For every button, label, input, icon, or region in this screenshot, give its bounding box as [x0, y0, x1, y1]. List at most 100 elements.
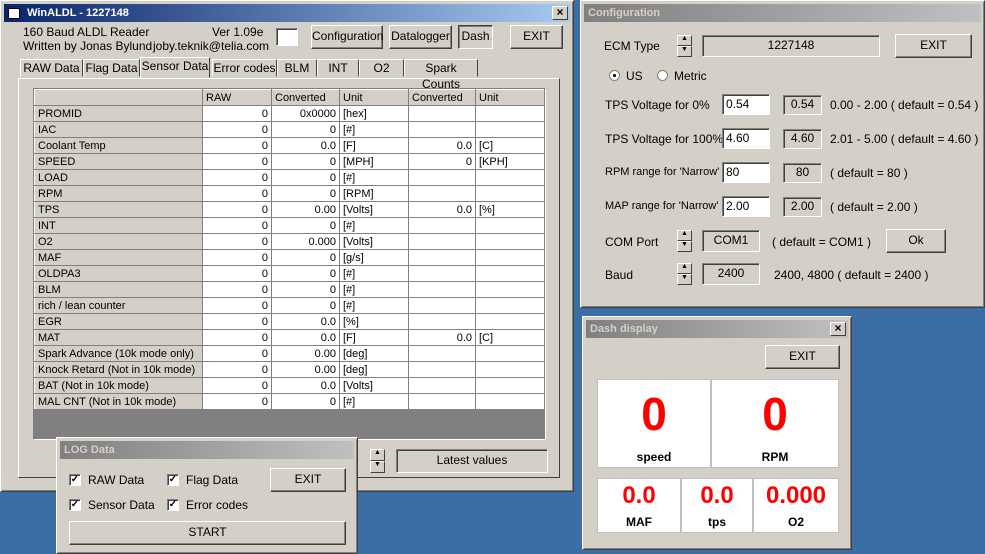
table-cell	[475, 377, 545, 394]
log-exit-button[interactable]: EXIT	[270, 468, 346, 492]
spin-up-icon[interactable]: ▲	[677, 35, 692, 46]
configuration-window: Configuration ECM Type ▲ ▼ 1227148 EXIT …	[580, 0, 985, 308]
spin-up-icon[interactable]: ▲	[370, 449, 385, 461]
main-exit-button[interactable]: EXIT	[510, 25, 563, 49]
spin-up-icon[interactable]: ▲	[677, 263, 692, 274]
table-row: Knock Retard (Not in 10k mode) 0 0.00 [deg]	[34, 361, 545, 378]
spin-down-icon[interactable]: ▼	[370, 461, 385, 473]
com-port-spinner[interactable]: ▲ ▼	[677, 230, 692, 252]
tab-int[interactable]: INT	[317, 59, 359, 77]
table-cell: 0	[271, 265, 340, 282]
tab-flag-data[interactable]: Flag Data	[83, 59, 140, 77]
tps0-current: 0.54	[783, 95, 822, 115]
tps0-input[interactable]: 0.54	[722, 94, 770, 115]
table-cell: 0	[202, 121, 272, 138]
dash-button[interactable]: Dash	[458, 25, 493, 49]
rpm-range-current: 80	[783, 163, 822, 183]
table-cell	[408, 313, 476, 330]
table-cell: 0.0	[271, 313, 340, 330]
row-label: IAC	[34, 121, 203, 138]
table-cell	[408, 169, 476, 186]
tps100-input[interactable]: 4.60	[722, 128, 770, 149]
tab-error-codes[interactable]: Error codes	[212, 59, 277, 77]
configuration-button[interactable]: Configuration	[311, 25, 383, 49]
tab-blm[interactable]: BLM	[277, 59, 317, 77]
raw-data-checkbox[interactable]: ✓	[69, 474, 81, 486]
config-exit-button[interactable]: EXIT	[895, 34, 972, 58]
maf-label: MAF	[626, 515, 652, 529]
tab-raw-data[interactable]: RAW Data	[20, 59, 83, 77]
tab-sensor-data[interactable]: Sensor Data	[140, 57, 210, 78]
latest-values-field[interactable]: Latest values	[396, 449, 548, 473]
ecm-type-spinner[interactable]: ▲ ▼	[677, 35, 692, 57]
table-cell: [Volts]	[339, 201, 409, 218]
table-row: TPS 0 0.00 [Volts] 0.0 [%]	[34, 201, 545, 218]
column-header: Converted	[408, 89, 476, 106]
com-ok-button[interactable]: Ok	[886, 229, 946, 253]
metric-radio[interactable]	[657, 70, 668, 81]
table-cell: 0	[202, 297, 272, 314]
rpm-range-hint: ( default = 80 )	[830, 166, 908, 180]
tab-panel: RAW Converted Unit Converted Unit PROMID…	[18, 78, 560, 478]
ecm-type-field: 1227148	[702, 35, 880, 57]
sensor-data-checkbox[interactable]: ✓	[69, 499, 81, 511]
table-cell: [Volts]	[339, 377, 409, 394]
table-cell: [hex]	[339, 105, 409, 122]
latest-values-spinner[interactable]: ▲ ▼	[370, 449, 385, 473]
us-label: US	[626, 69, 643, 83]
tab-spark-counts[interactable]: Spark Counts	[404, 59, 478, 91]
table-cell: 0.00	[271, 201, 340, 218]
main-title-bar[interactable]: WinALDL - 1227148 ×	[4, 4, 570, 22]
table-cell: [#]	[339, 121, 409, 138]
tps100-label: TPS Voltage for 100%	[605, 132, 724, 146]
table-cell	[408, 345, 476, 362]
dash-exit-button[interactable]: EXIT	[765, 345, 840, 369]
gauge-panel-bottom: 0.0 MAF 0.0 tps 0.000 O2	[597, 478, 839, 533]
close-icon[interactable]: ×	[552, 6, 568, 20]
status-box	[276, 28, 298, 46]
error-codes-checkbox[interactable]: ✓	[167, 499, 179, 511]
map-range-input[interactable]: 2.00	[722, 196, 770, 217]
table-cell: [deg]	[339, 361, 409, 378]
rpm-range-input[interactable]: 80	[722, 162, 770, 183]
tps0-label: TPS Voltage for 0%	[605, 98, 710, 112]
us-radio[interactable]	[609, 70, 620, 81]
table-cell: 0	[202, 169, 272, 186]
log-title-bar[interactable]: LOG Data	[60, 441, 354, 459]
datalogger-button[interactable]: Datalogger	[389, 25, 452, 49]
flag-data-checkbox[interactable]: ✓	[167, 474, 179, 486]
table-row: O2 0 0.000 [Volts]	[34, 233, 545, 250]
column-header: Converted	[271, 89, 340, 106]
table-row: SPEED 0 0 [MPH] 0 [KPH]	[34, 153, 545, 170]
close-icon[interactable]: ×	[830, 322, 846, 336]
table-cell: 0	[271, 169, 340, 186]
spin-down-icon[interactable]: ▼	[677, 241, 692, 252]
tps-label: tps	[708, 515, 726, 529]
spin-down-icon[interactable]: ▼	[677, 274, 692, 285]
row-label: BAT (Not in 10k mode)	[34, 377, 203, 394]
tab-o2[interactable]: O2	[359, 59, 404, 77]
table-cell	[475, 297, 545, 314]
table-cell	[475, 185, 545, 202]
config-title-bar[interactable]: Configuration	[584, 4, 981, 22]
table-cell: [#]	[339, 169, 409, 186]
table-cell: 0	[202, 281, 272, 298]
table-cell: 0	[202, 345, 272, 362]
sensor-data-label: Sensor Data	[88, 498, 155, 512]
table-cell: 0.00	[271, 361, 340, 378]
dash-title-bar[interactable]: Dash display ×	[586, 320, 848, 338]
baud-spinner[interactable]: ▲ ▼	[677, 263, 692, 285]
log-start-button[interactable]: START	[69, 521, 346, 545]
row-label: Knock Retard (Not in 10k mode)	[34, 361, 203, 378]
table-cell: [Volts]	[339, 233, 409, 250]
table-cell: 0	[202, 137, 272, 154]
spin-up-icon[interactable]: ▲	[677, 230, 692, 241]
row-label: RPM	[34, 185, 203, 202]
rpm-range-label: RPM range for 'Narrow'	[605, 166, 720, 178]
log-data-window: LOG Data ✓ RAW Data ✓ Flag Data ✓ Sensor…	[56, 437, 358, 554]
table-cell: 0	[202, 265, 272, 282]
maf-value: 0.0	[622, 482, 656, 509]
speed-gauge: 0 speed	[597, 379, 711, 468]
table-cell: 0	[271, 121, 340, 138]
spin-down-icon[interactable]: ▼	[677, 46, 692, 57]
